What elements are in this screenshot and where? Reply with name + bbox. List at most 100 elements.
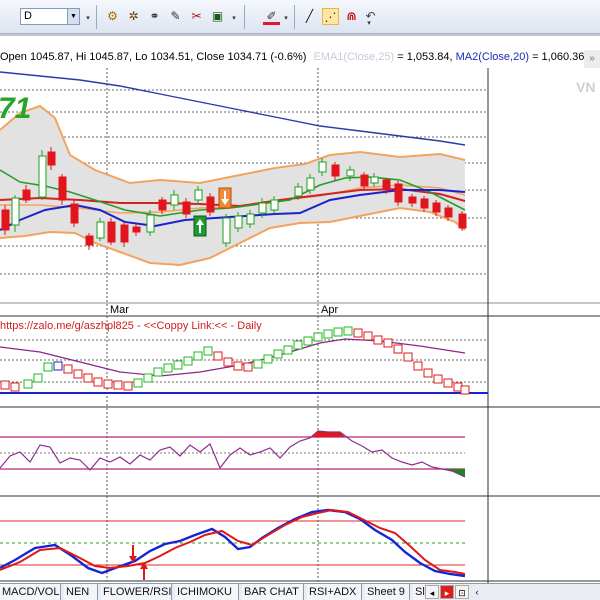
candle-body: [420, 198, 429, 209]
tab-prev-icon[interactable]: ◂: [425, 585, 439, 599]
candle-body: [107, 221, 116, 243]
tab-flower-rsi[interactable]: FLOWER/RSI: [101, 584, 172, 600]
indicator1-box: [233, 361, 243, 371]
candle-body: [158, 199, 167, 211]
indicator1-box: [253, 359, 263, 369]
buy-signal-arrow-icon: [193, 215, 207, 237]
candle-body: [70, 203, 79, 224]
indicator1-box: [353, 328, 363, 338]
indicator1-box: [303, 336, 313, 346]
indicator1-box: [313, 332, 323, 342]
indicator1-box: [443, 378, 453, 388]
indicator1-box: [103, 379, 113, 389]
indicator2-line: [0, 430, 466, 478]
indicator1-box: [143, 373, 153, 383]
indicator1-box: [323, 329, 333, 339]
candle-body: [194, 189, 203, 201]
indicator1-gridlines: [0, 339, 488, 383]
chart-area[interactable]: 71 Mar Apr VN https://zalo.me/g/aszhpl82…: [0, 0, 600, 583]
candle-body: [38, 155, 47, 198]
candle-body: [120, 224, 129, 243]
candle-body: [432, 202, 441, 213]
candle-body: [182, 201, 191, 215]
indicator1-box: [363, 331, 373, 341]
candle-body: [22, 189, 31, 201]
candle-body: [234, 215, 243, 229]
indicator1-box: [43, 362, 53, 372]
tab-ichimoku[interactable]: ICHIMOKU: [175, 584, 239, 600]
indicator1-box: [383, 338, 393, 348]
indicator1-box: [413, 361, 423, 371]
indicator1-box: [223, 357, 233, 367]
indicator1-box: [343, 326, 353, 336]
indicator1-box: [133, 378, 143, 388]
candle-body: [360, 174, 369, 187]
indicator1-box: [33, 373, 43, 383]
candle-body: [206, 196, 215, 213]
candle-body: [170, 194, 179, 206]
candle-body: [370, 176, 379, 184]
candle-body: [444, 207, 453, 218]
indicator1-boxes: [0, 326, 470, 395]
candle-body: [408, 196, 417, 204]
candle-body: [132, 226, 141, 233]
candle-body: [222, 217, 231, 244]
candle-body: [306, 177, 315, 191]
indicator1-box: [243, 362, 253, 372]
indicator3-fast-line: [0, 508, 466, 578]
candle-body: [96, 221, 105, 239]
indicator1-box: [23, 379, 33, 389]
candle-body: [85, 235, 94, 246]
candle-body: [331, 164, 340, 177]
candle-body: [294, 186, 303, 197]
indicator1-box: [183, 356, 193, 366]
indicator1-box: [460, 385, 470, 395]
indicator1-box: [273, 349, 283, 359]
tab-first-icon[interactable]: ⊡: [455, 585, 469, 599]
indicator1-box: [163, 363, 173, 373]
indicator1-box: [293, 340, 303, 350]
indicator1-box: [83, 373, 93, 383]
candle-body: [11, 197, 20, 226]
candle-body: [270, 199, 279, 211]
sell-signal-arrow-icon: [218, 187, 232, 209]
indicator1-box: [203, 346, 213, 356]
tab-sheet-9[interactable]: Sheet 9: [365, 584, 410, 600]
month-label-apr: Apr: [321, 304, 338, 316]
candle-body: [458, 213, 467, 229]
tab-sl-truncated[interactable]: Sl: [413, 584, 425, 600]
indicator1-box: [283, 345, 293, 355]
indicator1-box: [423, 368, 433, 378]
candle-body: [58, 176, 67, 201]
month-label-mar: Mar: [110, 304, 129, 316]
indicator1-box: [73, 369, 83, 379]
candle-body: [346, 169, 355, 177]
candle-body: [1, 209, 10, 231]
candle-body: [394, 183, 403, 203]
indicator1-box: [263, 354, 273, 364]
indicator1-box: [123, 381, 133, 391]
indicator1-box: [333, 327, 343, 337]
tab-next-icon[interactable]: ▸: [440, 585, 454, 599]
indicator1-box: [10, 382, 20, 392]
candle-body: [146, 214, 155, 233]
candle-body: [318, 161, 327, 173]
indicator1-box: [403, 352, 413, 362]
candle-body: [382, 179, 391, 191]
indicator1-box: [393, 344, 403, 354]
tab-macd-vol[interactable]: MACD/VOL: [0, 584, 61, 600]
tab-nen[interactable]: NEN: [64, 584, 98, 600]
candle-body: [47, 151, 56, 166]
indicator1-box: [93, 377, 103, 387]
indicator1-box: [53, 361, 63, 371]
tab-scroll-left-icon[interactable]: ‹: [470, 585, 484, 599]
tab-rsi-adx[interactable]: RSI+ADX: [307, 584, 362, 600]
candle-body: [246, 213, 255, 225]
indicator1-box: [193, 351, 203, 361]
watermark-text: VN: [576, 79, 595, 95]
tab-bar-chat[interactable]: BAR CHAT: [242, 584, 304, 600]
indicator1-box: [63, 364, 73, 374]
indicator1-box: [153, 367, 163, 377]
price-label-fragment: 71: [0, 92, 31, 125]
indicator1-box: [373, 335, 383, 345]
